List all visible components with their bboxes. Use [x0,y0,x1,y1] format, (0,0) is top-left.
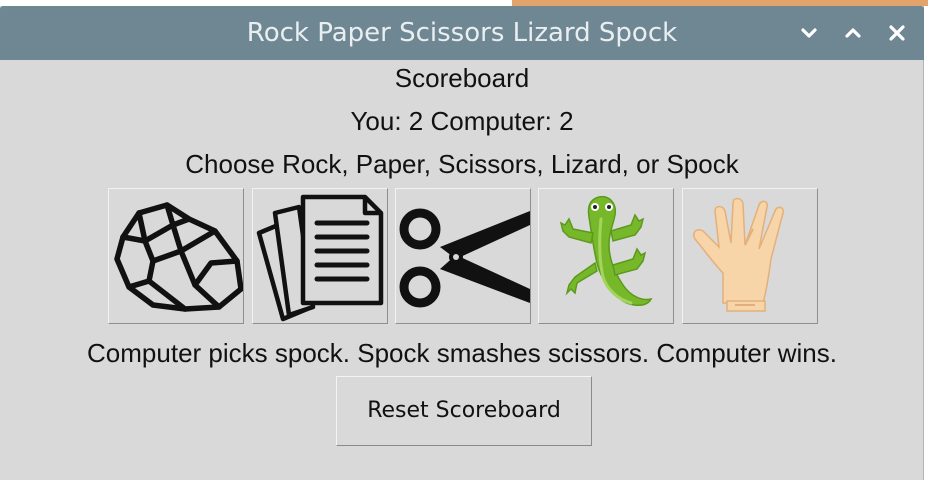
scissors-icon [399,208,530,308]
rock-icon [114,202,243,312]
scissors-button[interactable] [395,188,531,324]
spock-button[interactable] [682,188,818,324]
app-window: Rock Paper Scissors Lizard Spock Scorebo… [0,6,924,480]
window-title: Rock Paper Scissors Lizard Spock [246,18,678,48]
lizard-icon [559,195,653,306]
close-icon [889,25,905,41]
close-button[interactable] [882,18,912,48]
paper-button[interactable] [252,188,388,324]
desktop: Rock Paper Scissors Lizard Spock Scorebo… [0,0,928,480]
maximize-button[interactable] [838,18,868,48]
paper-icon [256,194,384,322]
result-message: Computer picks spock. Spock smashes scis… [87,338,837,368]
chevron-down-icon [801,28,817,38]
reset-scoreboard-button[interactable]: Reset Scoreboard [336,376,592,446]
lizard-button[interactable] [538,188,674,324]
choice-prompt: Choose Rock, Paper, Scissors, Lizard, or… [185,149,739,179]
title-bar[interactable]: Rock Paper Scissors Lizard Spock [0,6,924,60]
spock-hand-icon [692,197,785,312]
rock-button[interactable] [108,188,244,324]
scoreboard-heading: Scoreboard [394,63,530,93]
minimize-button[interactable] [794,18,824,48]
score-counts: You: 2 Computer: 2 [350,106,574,136]
chevron-up-icon [845,28,861,38]
